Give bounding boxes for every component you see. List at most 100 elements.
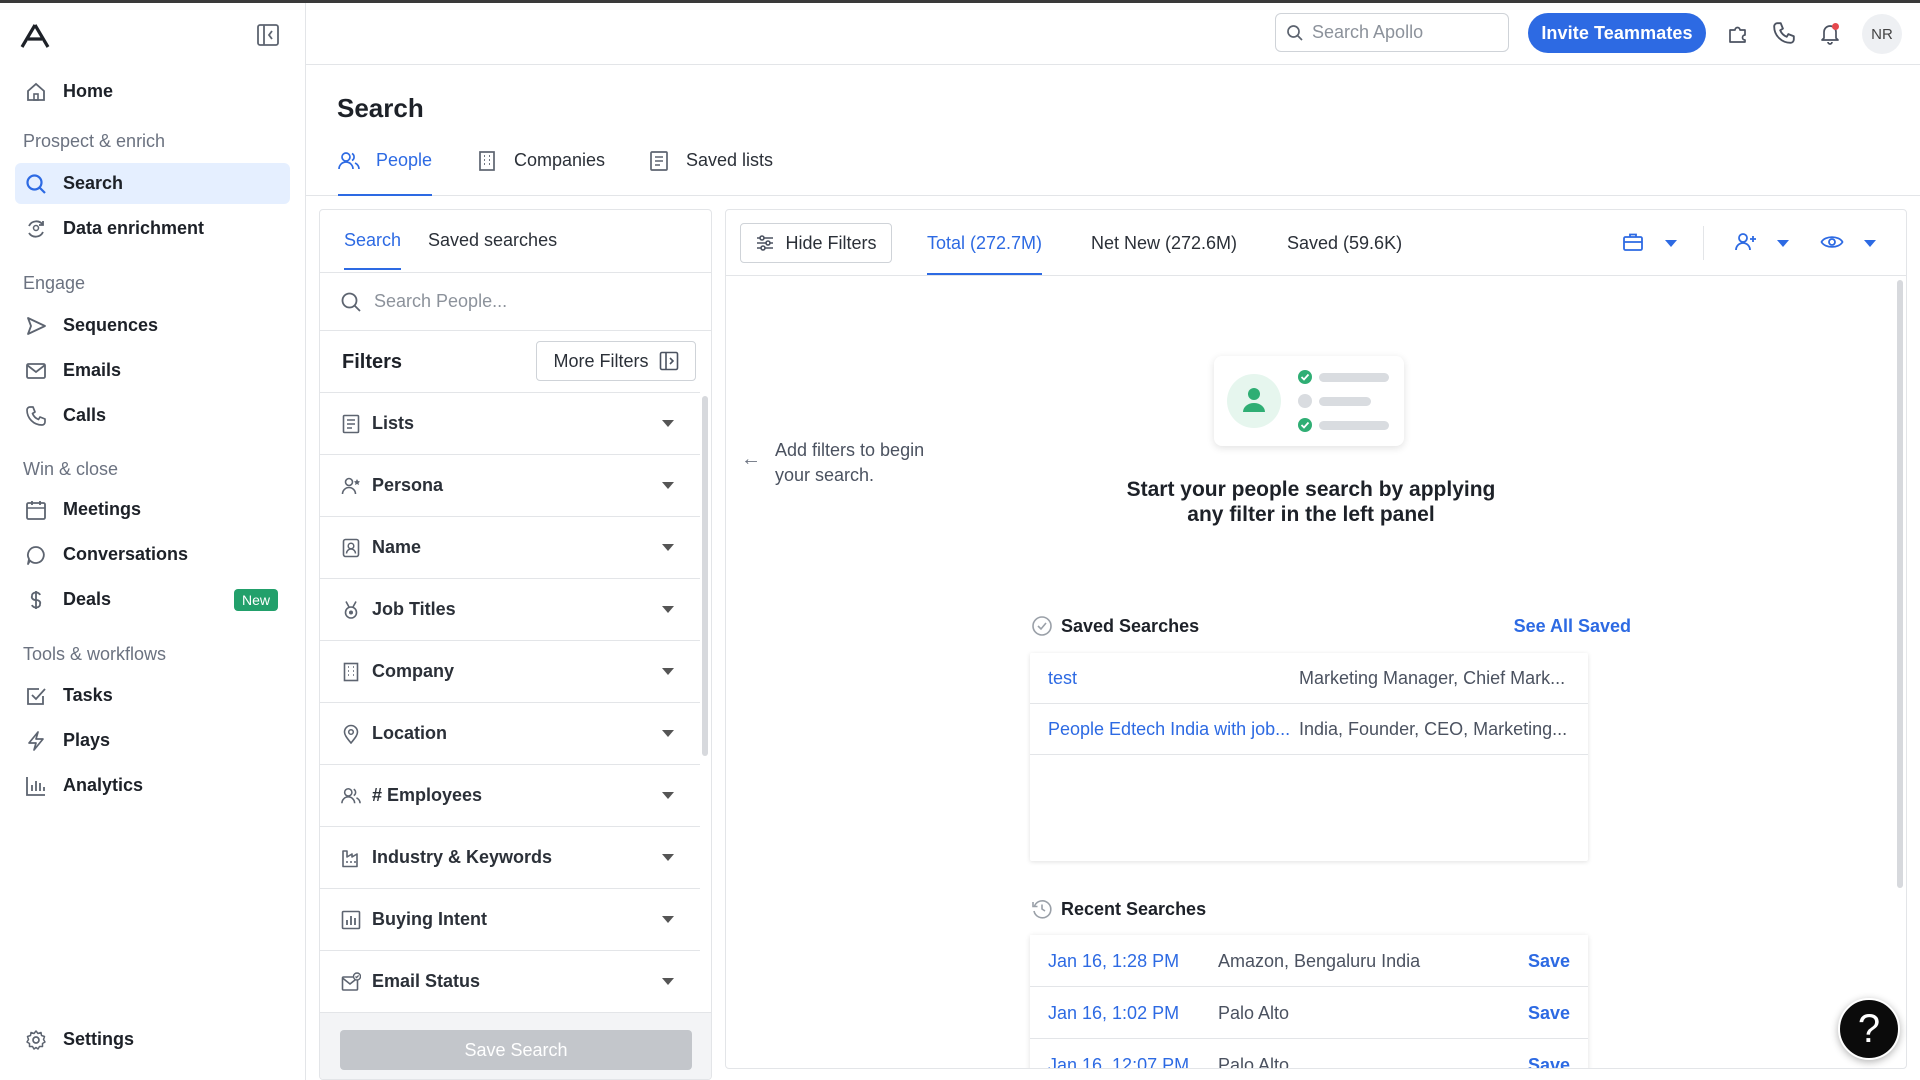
recent-search-row[interactable]: Jan 16, 1:28 PM Amazon, Bengaluru India … — [1030, 935, 1588, 987]
eye-icon[interactable] — [1820, 231, 1844, 255]
filter-industry-keywords[interactable]: Industry & Keywords — [320, 827, 700, 889]
filter-persona[interactable]: Persona — [320, 455, 700, 517]
sidebar-item-data-enrichment[interactable]: Data enrichment — [15, 208, 290, 249]
invite-teammates-button[interactable]: Invite Teammates — [1528, 13, 1706, 53]
phone-icon[interactable] — [1772, 21, 1798, 47]
recent-search-row[interactable]: Jan 16, 1:02 PM Palo Alto Save — [1030, 987, 1588, 1039]
panel-expand-icon — [659, 351, 678, 371]
filter-label: Industry & Keywords — [372, 847, 553, 867]
saved-search-desc: Marketing Manager, Chief Mark... — [1299, 668, 1566, 688]
sidebar-item-label: Data enrichment — [63, 218, 205, 238]
saved-search-row[interactable]: test Marketing Manager, Chief Mark... — [1030, 653, 1588, 704]
filter-label: # Employees — [372, 785, 483, 805]
filter-name[interactable]: Name — [320, 517, 700, 579]
sidebar-item-emails[interactable]: Emails — [15, 350, 290, 391]
sidebar-item-settings[interactable]: Settings — [15, 1019, 290, 1060]
recent-search-time[interactable]: Jan 16, 1:02 PM — [1048, 1003, 1179, 1024]
search-icon — [1287, 24, 1303, 41]
saved-search-name[interactable]: test — [1048, 668, 1288, 689]
recent-search-time[interactable]: Jan 16, 1:28 PM — [1048, 951, 1179, 972]
filter-label: Persona — [372, 475, 444, 495]
sidebar-item-home[interactable]: Home — [15, 71, 290, 112]
caret-down-icon — [662, 606, 674, 613]
sidebar-item-plays[interactable]: Plays — [15, 720, 290, 761]
save-search-bar: Save Search — [320, 1012, 711, 1079]
saved-search-desc: India, Founder, CEO, Marketing... — [1299, 719, 1568, 739]
filter-lists[interactable]: Lists — [320, 393, 700, 455]
tab-label: People — [376, 150, 433, 170]
caret-down-icon[interactable] — [1665, 240, 1677, 247]
tab-people[interactable]: People — [338, 150, 433, 196]
hide-filters-button[interactable]: Hide Filters — [740, 223, 892, 263]
more-filters-button[interactable]: More Filters — [536, 341, 696, 381]
sidebar-item-label: Analytics — [63, 775, 144, 795]
sidebar-item-deals[interactable]: Deals New — [15, 579, 290, 620]
global-search-input[interactable] — [1312, 22, 1492, 43]
sidebar-item-calls[interactable]: Calls — [15, 395, 290, 436]
mail-check-icon — [340, 971, 362, 993]
global-search[interactable] — [1275, 13, 1509, 52]
filter-employees[interactable]: # Employees — [320, 765, 700, 827]
sidebar-item-sequences[interactable]: Sequences — [15, 305, 290, 346]
saved-search-row[interactable]: People Edtech India with job... India, F… — [1030, 704, 1588, 755]
people-search[interactable] — [320, 273, 711, 331]
sidebar-item-meetings[interactable]: Meetings — [15, 489, 290, 530]
section-engage: Engage — [23, 273, 86, 293]
filter-label: Buying Intent — [372, 909, 487, 929]
sidebar-item-tasks[interactable]: Tasks — [15, 675, 290, 716]
recent-search-desc: Palo Alto — [1218, 1003, 1290, 1023]
saved-searches-card: test Marketing Manager, Chief Mark... Pe… — [1030, 653, 1588, 861]
recent-save-link[interactable]: Save — [1528, 951, 1570, 972]
people-search-input[interactable] — [374, 291, 674, 312]
filter-location[interactable]: Location — [320, 703, 700, 765]
saved-searches-heading: Saved Searches — [1031, 615, 1199, 637]
caret-down-icon — [662, 854, 674, 861]
people-icon — [338, 150, 360, 172]
filter-buying-intent[interactable]: Buying Intent — [320, 889, 700, 951]
recent-search-time[interactable]: Jan 16, 12:07 PM — [1048, 1055, 1189, 1068]
sidebar-item-search[interactable]: Search — [15, 163, 290, 204]
tab-net-new[interactable]: Net New (272.6M) — [1091, 233, 1237, 273]
section-tools-workflows: Tools & workflows — [23, 644, 167, 664]
filter-label: Location — [372, 723, 447, 743]
filter-company[interactable]: Company — [320, 641, 700, 703]
tab-companies[interactable]: Companies — [476, 150, 605, 196]
puzzle-extension-icon[interactable] — [1726, 21, 1752, 47]
add-person-icon[interactable] — [1734, 231, 1758, 255]
empty-state-title: Start your people search by applying any… — [1126, 478, 1496, 526]
tab-saved-lists[interactable]: Saved lists — [648, 150, 773, 196]
results-scrollbar[interactable] — [1897, 280, 1903, 888]
apollo-logo-icon[interactable] — [20, 23, 50, 49]
collapse-sidebar-icon[interactable] — [256, 23, 280, 47]
home-icon — [23, 79, 49, 105]
caret-down-icon — [662, 668, 674, 675]
tab-label: Companies — [514, 150, 606, 170]
phone-icon — [23, 403, 49, 429]
bell-notification-icon[interactable] — [1818, 21, 1844, 47]
recent-search-row[interactable]: Jan 16, 12:07 PM Palo Alto Save — [1030, 1039, 1588, 1068]
saved-search-name[interactable]: People Edtech India with job... — [1048, 719, 1299, 740]
list-icon — [648, 150, 670, 172]
briefcase-icon[interactable] — [1622, 231, 1646, 255]
recent-save-link[interactable]: Save — [1528, 1003, 1570, 1024]
filter-scrollbar[interactable] — [702, 396, 708, 756]
tab-saved-searches[interactable]: Saved searches — [428, 230, 557, 268]
filter-email-status[interactable]: Email Status — [320, 951, 700, 1013]
avatar[interactable]: NR — [1862, 14, 1902, 54]
filter-label: Company — [372, 661, 455, 681]
see-all-saved-link[interactable]: See All Saved — [1474, 616, 1631, 637]
caret-down-icon — [662, 978, 674, 985]
tab-search[interactable]: Search — [344, 230, 402, 270]
sidebar-item-analytics[interactable]: Analytics — [15, 765, 290, 806]
help-button[interactable]: ? — [1838, 998, 1900, 1060]
recent-save-link[interactable]: Save — [1528, 1055, 1570, 1068]
sidebar-item-label: Calls — [63, 405, 107, 425]
save-search-button[interactable]: Save Search — [340, 1030, 692, 1070]
caret-down-icon[interactable] — [1777, 240, 1789, 247]
filter-job-titles[interactable]: Job Titles — [320, 579, 700, 641]
tab-saved[interactable]: Saved (59.6K) — [1287, 233, 1402, 273]
caret-down-icon[interactable] — [1864, 240, 1876, 247]
sidebar-item-conversations[interactable]: Conversations — [15, 534, 290, 575]
mail-icon — [23, 358, 49, 384]
tab-total[interactable]: Total (272.7M) — [927, 233, 1043, 275]
